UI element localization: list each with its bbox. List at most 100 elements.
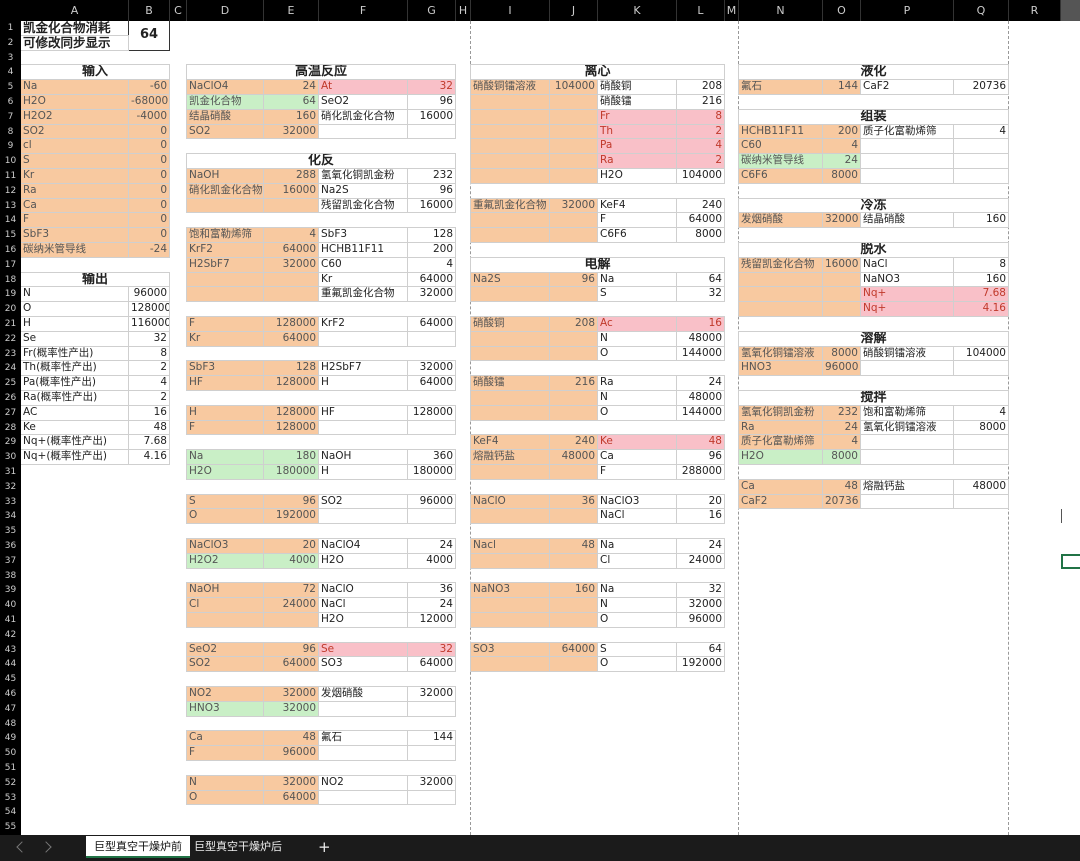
cell-a2[interactable]: 可修改同步显示 (21, 34, 129, 51)
row-header-14[interactable]: 14 (0, 213, 21, 228)
row-header-45[interactable]: 45 (0, 672, 21, 687)
cell-j25[interactable]: 216 (549, 375, 598, 391)
cell-a27[interactable]: AC (21, 404, 129, 421)
cell-i39[interactable]: NaNO3 (470, 582, 550, 599)
cell-q18[interactable]: 160 (953, 271, 1009, 288)
cell-q23[interactable]: 104000 (953, 345, 1009, 362)
cell-a11[interactable]: Kr (21, 168, 129, 184)
cell-b22[interactable]: 32 (128, 330, 170, 347)
cell-n32[interactable]: Ca (738, 478, 823, 495)
cell-e5[interactable]: 24 (263, 79, 319, 95)
cell-a19[interactable]: N (21, 286, 129, 303)
column-header-n[interactable]: N (739, 0, 823, 21)
cell-f44[interactable]: SO3 (318, 656, 408, 673)
cell-d33[interactable]: S (186, 493, 264, 510)
section-title-i17[interactable]: 电解 (470, 256, 725, 273)
cell-b29[interactable]: 7.68 (128, 434, 170, 451)
cell-i31[interactable] (470, 464, 550, 480)
row-header-44[interactable]: 44 (0, 657, 21, 672)
cell-e24[interactable]: 128 (263, 360, 319, 377)
cell-d40[interactable]: Cl (186, 597, 264, 613)
cell-g13[interactable]: 16000 (407, 197, 456, 214)
cell-o27[interactable]: 232 (822, 404, 861, 421)
cell-i26[interactable] (470, 390, 550, 406)
cell-k5[interactable]: 硝酸铜 (597, 79, 677, 95)
cell-n24[interactable]: HNO3 (738, 360, 823, 377)
cell-i14[interactable] (470, 212, 550, 229)
cell-b8[interactable]: 0 (128, 123, 170, 140)
cell-d28[interactable]: F (186, 419, 264, 436)
cell-b16[interactable]: -24 (128, 242, 170, 258)
column-header-q[interactable]: Q (954, 0, 1009, 21)
cell-l22[interactable]: 48000 (676, 330, 725, 347)
column-header-f[interactable]: F (319, 0, 408, 21)
row-header-9[interactable]: 9 (0, 139, 21, 154)
row-header-13[interactable]: 13 (0, 199, 21, 214)
cell-l21[interactable]: 16 (676, 316, 725, 332)
cell-k15[interactable]: C6F6 (597, 227, 677, 243)
cell-e50[interactable]: 96000 (263, 745, 319, 761)
cell-n14[interactable]: 发烟硝酸 (738, 212, 823, 229)
cell-d15[interactable]: 饱和富勒烯筛 (186, 227, 264, 243)
row-header-55[interactable]: 55 (0, 820, 21, 835)
cell-e33[interactable]: 96 (263, 493, 319, 510)
column-header-h[interactable]: H (456, 0, 471, 21)
column-header-m[interactable]: M (725, 0, 739, 21)
row-header-41[interactable]: 41 (0, 613, 21, 628)
sheet-tab-active[interactable]: 巨型真空干燥炉前 (86, 836, 190, 858)
cell-n11[interactable]: C6F6 (738, 168, 823, 184)
cell-e47[interactable]: 32000 (263, 700, 319, 717)
cell-i37[interactable] (470, 552, 550, 569)
cell-l37[interactable]: 24000 (676, 552, 725, 569)
cell-p33[interactable] (860, 493, 954, 510)
cell-l6[interactable]: 216 (676, 94, 725, 110)
cell-e43[interactable]: 96 (263, 641, 319, 658)
cell-d46[interactable]: NO2 (186, 686, 264, 702)
row-header-21[interactable]: 21 (0, 317, 21, 332)
cell-b26[interactable]: 2 (128, 390, 170, 406)
cell-j8[interactable] (549, 123, 598, 140)
cell-l11[interactable]: 104000 (676, 168, 725, 184)
cell-l26[interactable]: 48000 (676, 390, 725, 406)
cell-k9[interactable]: Pa (597, 138, 677, 155)
cell-a16[interactable]: 碳纳米管导线 (21, 242, 129, 258)
cell-g25[interactable]: 64000 (407, 375, 456, 391)
cell-a29[interactable]: Nq+(概率性产出) (21, 434, 129, 451)
cell-g15[interactable]: 128 (407, 227, 456, 243)
cell-a28[interactable]: Ke (21, 419, 129, 436)
cell-f36[interactable]: NaClO4 (318, 538, 408, 554)
cell-g22[interactable] (407, 330, 456, 347)
cell-l44[interactable]: 192000 (676, 656, 725, 673)
column-header-k[interactable]: K (598, 0, 677, 21)
cell-o30[interactable]: 8000 (822, 449, 861, 465)
cell-e36[interactable]: 20 (263, 538, 319, 554)
row-header-34[interactable]: 34 (0, 509, 21, 524)
cell-e41[interactable] (263, 612, 319, 628)
cell-p10[interactable] (860, 153, 954, 169)
cell-i22[interactable] (470, 330, 550, 347)
cell-d19[interactable] (186, 286, 264, 303)
cell-d52[interactable]: N (186, 774, 264, 791)
column-header-j[interactable]: J (550, 0, 598, 21)
cell-f28[interactable] (318, 419, 408, 436)
cell-l39[interactable]: 32 (676, 582, 725, 599)
cell-p9[interactable] (860, 138, 954, 155)
selected-cell[interactable] (1061, 553, 1080, 569)
cell-a9[interactable]: cl (21, 138, 129, 155)
cell-l19[interactable]: 32 (676, 286, 725, 303)
cell-i33[interactable]: NaClO (470, 493, 550, 510)
cell-j9[interactable] (549, 138, 598, 155)
cell-j6[interactable] (549, 94, 598, 110)
cell-i44[interactable] (470, 656, 550, 673)
cell-e53[interactable]: 64000 (263, 789, 319, 806)
cell-f33[interactable]: SO2 (318, 493, 408, 510)
cell-b28[interactable]: 48 (128, 419, 170, 436)
cell-l36[interactable]: 24 (676, 538, 725, 554)
cell-p11[interactable] (860, 168, 954, 184)
cell-e15[interactable]: 4 (263, 227, 319, 243)
cell-a22[interactable]: Se (21, 330, 129, 347)
column-header-s[interactable]: S (1061, 0, 1080, 21)
column-header-b[interactable]: B (129, 0, 170, 21)
cell-l14[interactable]: 64000 (676, 212, 725, 229)
cell-g18[interactable]: 64000 (407, 271, 456, 288)
